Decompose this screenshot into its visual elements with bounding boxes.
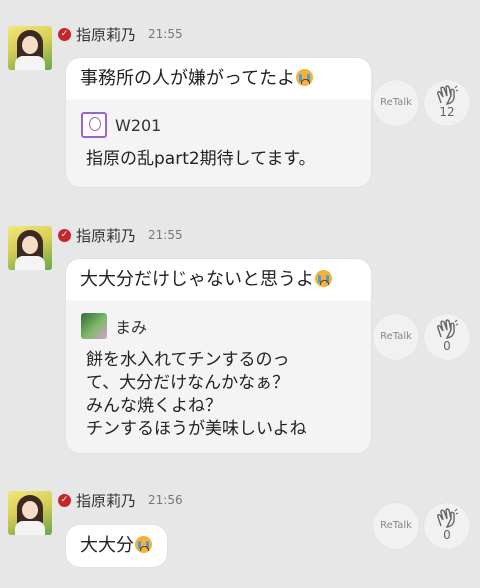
- clap-count: 0: [443, 528, 451, 542]
- author-name[interactable]: 指原莉乃: [76, 490, 136, 511]
- crying-face-emoji: [296, 69, 314, 86]
- message-bubble[interactable]: 事務所の人が嫌がってたよ: [66, 58, 371, 100]
- retalk-button[interactable]: ReTalk: [373, 80, 419, 126]
- avatar[interactable]: [8, 26, 52, 70]
- clap-count: 0: [443, 339, 451, 353]
- check-badge-icon: ✓: [58, 493, 71, 507]
- avatar[interactable]: [8, 491, 52, 535]
- user-icon: [81, 112, 107, 138]
- clap-count: 12: [439, 105, 455, 119]
- clap-button[interactable]: 0: [424, 314, 470, 360]
- clap-button[interactable]: 12: [424, 80, 470, 126]
- message-text: 大大分: [80, 535, 134, 556]
- message-bubble[interactable]: 大大分だけじゃないと思うよ: [66, 259, 371, 301]
- author-name[interactable]: 指原莉乃: [76, 225, 136, 246]
- author-name[interactable]: 指原莉乃: [76, 24, 136, 45]
- reply-card[interactable]: W201 指原の乱part2期待してます。: [66, 100, 371, 187]
- message-text: 大大分だけじゃないと思うよ: [80, 269, 314, 290]
- reply-card[interactable]: まみ 餅を水入れてチンするのっ て、大分だけなんかなぁ？ みんな焼くよね？ チン…: [66, 301, 371, 453]
- timestamp: 21:55: [148, 228, 183, 242]
- clap-hands-icon: [437, 319, 459, 339]
- clap-hands-icon: [437, 85, 459, 105]
- check-badge-icon: ✓: [58, 27, 71, 41]
- crying-face-emoji: [315, 270, 332, 287]
- timestamp: 21:56: [148, 493, 183, 507]
- check-badge-icon: ✓: [58, 228, 71, 242]
- message-bubble[interactable]: 大大分: [66, 525, 167, 567]
- reply-username: まみ: [115, 318, 148, 337]
- retalk-button[interactable]: ReTalk: [373, 503, 419, 549]
- timestamp: 21:55: [148, 27, 183, 41]
- crying-face-emoji: [135, 536, 152, 553]
- clap-button[interactable]: 0: [424, 503, 470, 549]
- avatar[interactable]: [8, 226, 52, 270]
- reply-text: 餅を水入れてチンするのっ て、大分だけなんかなぁ？ みんな焼くよね？ チンするほ…: [86, 350, 307, 439]
- clap-hands-icon: [437, 508, 459, 528]
- message-text: 事務所の人が嫌がってたよ: [80, 68, 296, 89]
- reply-username: W201: [115, 115, 162, 135]
- retalk-button[interactable]: ReTalk: [373, 314, 419, 360]
- reply-text: 指原の乱part2期待してます。: [86, 149, 316, 169]
- user-icon: [81, 313, 107, 339]
